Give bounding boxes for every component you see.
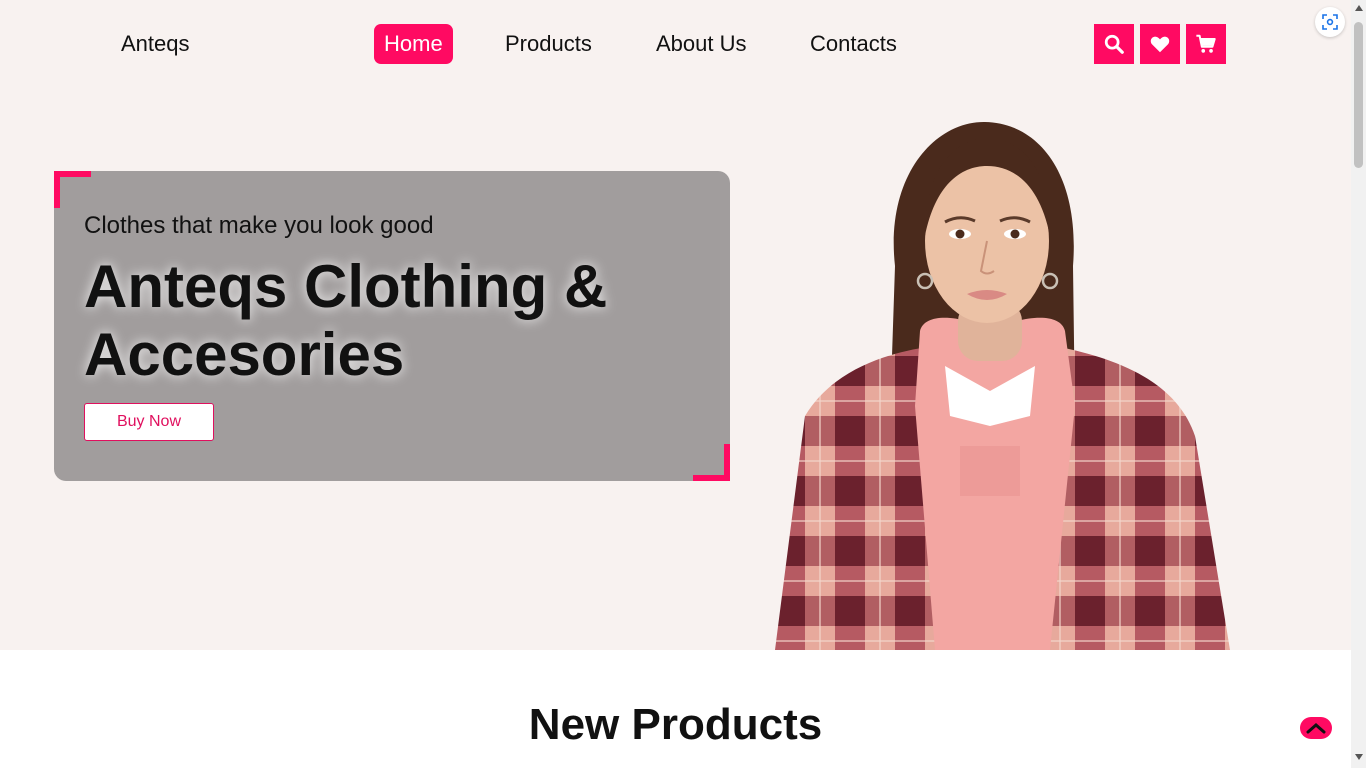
hero-title: Anteqs Clothing & Accesories [84, 253, 608, 388]
wishlist-button[interactable] [1140, 24, 1180, 64]
site-logo[interactable]: Anteqs [121, 31, 190, 57]
capture-icon [1322, 14, 1338, 30]
hero-section: Clothes that make you look good Anteqs C… [0, 88, 1351, 650]
scroll-to-top-button[interactable] [1300, 717, 1332, 739]
new-products-heading: New Products [528, 700, 823, 749]
chevron-up-icon [1306, 723, 1326, 734]
scroll-down-arrow-icon[interactable] [1355, 754, 1363, 760]
nav-products[interactable]: Products [505, 24, 592, 64]
search-button[interactable] [1094, 24, 1134, 64]
cart-icon [1196, 34, 1216, 53]
scroll-up-arrow-icon[interactable] [1355, 5, 1363, 11]
site-header: Anteqs Home Products About Us Contacts [0, 0, 1351, 88]
heart-icon [1150, 36, 1170, 53]
scrollbar-thumb[interactable] [1354, 22, 1363, 168]
cart-button[interactable] [1186, 24, 1226, 64]
hero-model-image [775, 121, 1230, 650]
nav-contacts[interactable]: Contacts [810, 24, 897, 64]
screen-capture-button[interactable] [1315, 7, 1345, 37]
hero-tagline: Clothes that make you look good [84, 212, 434, 239]
page-scrollbar[interactable] [1351, 0, 1366, 768]
hero-corner-accent-bottom-right [693, 444, 730, 481]
search-icon [1104, 34, 1124, 54]
nav-about-us[interactable]: About Us [656, 24, 747, 64]
hero-corner-accent-top-left [54, 171, 91, 208]
buy-now-button[interactable]: Buy Now [84, 403, 214, 441]
nav-home[interactable]: Home [374, 24, 453, 64]
